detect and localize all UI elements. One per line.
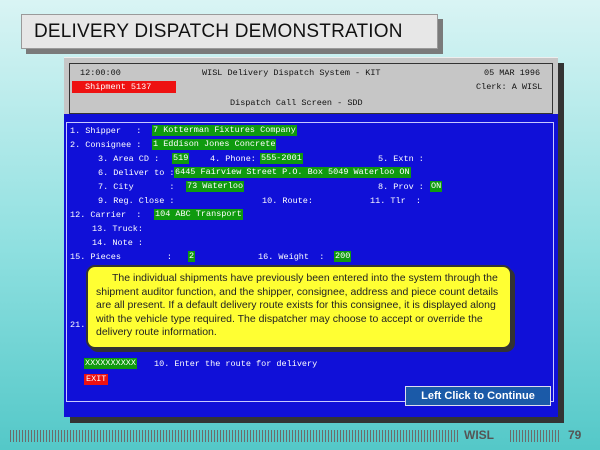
slide-title: DELIVERY DISPATCH DEMONSTRATION (34, 21, 403, 42)
deliver-to-field[interactable]: 6445 Fairview Street P.O. Box 5049 Water… (174, 167, 411, 178)
carrier-field[interactable]: 104 ABC Transport (154, 209, 243, 220)
phone-field[interactable]: 555-2001 (260, 153, 303, 164)
city-field[interactable]: 73 Waterloo (186, 181, 245, 192)
footer-bar-pattern (10, 430, 458, 442)
extn-label: 5. Extn : (378, 154, 424, 164)
carrier-label: 12. Carrier : (70, 210, 142, 220)
slide-title-box: DELIVERY DISPATCH DEMONSTRATION (21, 14, 438, 49)
area-code-label: 3. Area CD : (98, 154, 160, 164)
area-code-field[interactable]: 519 (172, 153, 190, 164)
prov-field[interactable]: ON (430, 181, 443, 192)
terminal-window: 12:00:00 WISL Delivery Dispatch System -… (64, 57, 558, 417)
note-label: 14. Note : (92, 238, 144, 248)
deliver-to-label: 6. Deliver to : (98, 168, 175, 178)
exit-button[interactable]: EXIT (84, 374, 109, 385)
footer-page-number: 79 (568, 428, 582, 442)
footer-bar-pattern-right (510, 430, 560, 442)
pieces-label: 15. Pieces : (70, 252, 173, 262)
footer-brand: WISL (464, 428, 494, 442)
route-prompt: 10. Enter the route for delivery (154, 359, 318, 369)
truck-label: 13. Truck: (92, 224, 144, 234)
pieces-field[interactable]: 2 (188, 251, 196, 262)
route-label: 10. Route: (262, 196, 314, 206)
phone-label: 4. Phone: (210, 154, 256, 164)
consignee-label: 2. Consignee : (70, 140, 142, 150)
route-input-field[interactable]: XXXXXXXXXX (84, 358, 138, 369)
weight-field[interactable]: 200 (334, 251, 352, 262)
header-time: 12:00:00 (80, 68, 121, 78)
shipper-field[interactable]: 7 Kotterman Fixtures Company (152, 125, 297, 136)
reg-close-label: 9. Reg. Close : (98, 196, 175, 206)
header-date: 05 MAR 1996 (484, 68, 541, 78)
terminal-header-frame: 12:00:00 WISL Delivery Dispatch System -… (69, 63, 553, 114)
consignee-field[interactable]: 1 Eddison Jones Concrete (152, 139, 277, 150)
city-label: 7. City : (98, 182, 175, 192)
header-screen-name: Dispatch Call Screen - SDD (230, 98, 363, 108)
field-21-label: 21. (70, 320, 86, 330)
shipper-label: 1. Shipper : (70, 126, 142, 136)
weight-label: 16. Weight : (258, 252, 325, 262)
terminal-header: 12:00:00 WISL Delivery Dispatch System -… (64, 57, 558, 115)
tlr-label: 11. Tlr : (370, 196, 422, 206)
explanation-text: The individual shipments have previously… (96, 272, 499, 338)
continue-button[interactable]: Left Click to Continue (405, 386, 551, 406)
header-clerk: Clerk: A WISL (476, 82, 543, 92)
shipment-badge: Shipment 5137 (72, 81, 176, 93)
prov-label: 8. Prov : (378, 182, 424, 192)
explanation-callout: The individual shipments have previously… (86, 265, 512, 349)
header-system-name: WISL Delivery Dispatch System - KIT (202, 68, 381, 78)
